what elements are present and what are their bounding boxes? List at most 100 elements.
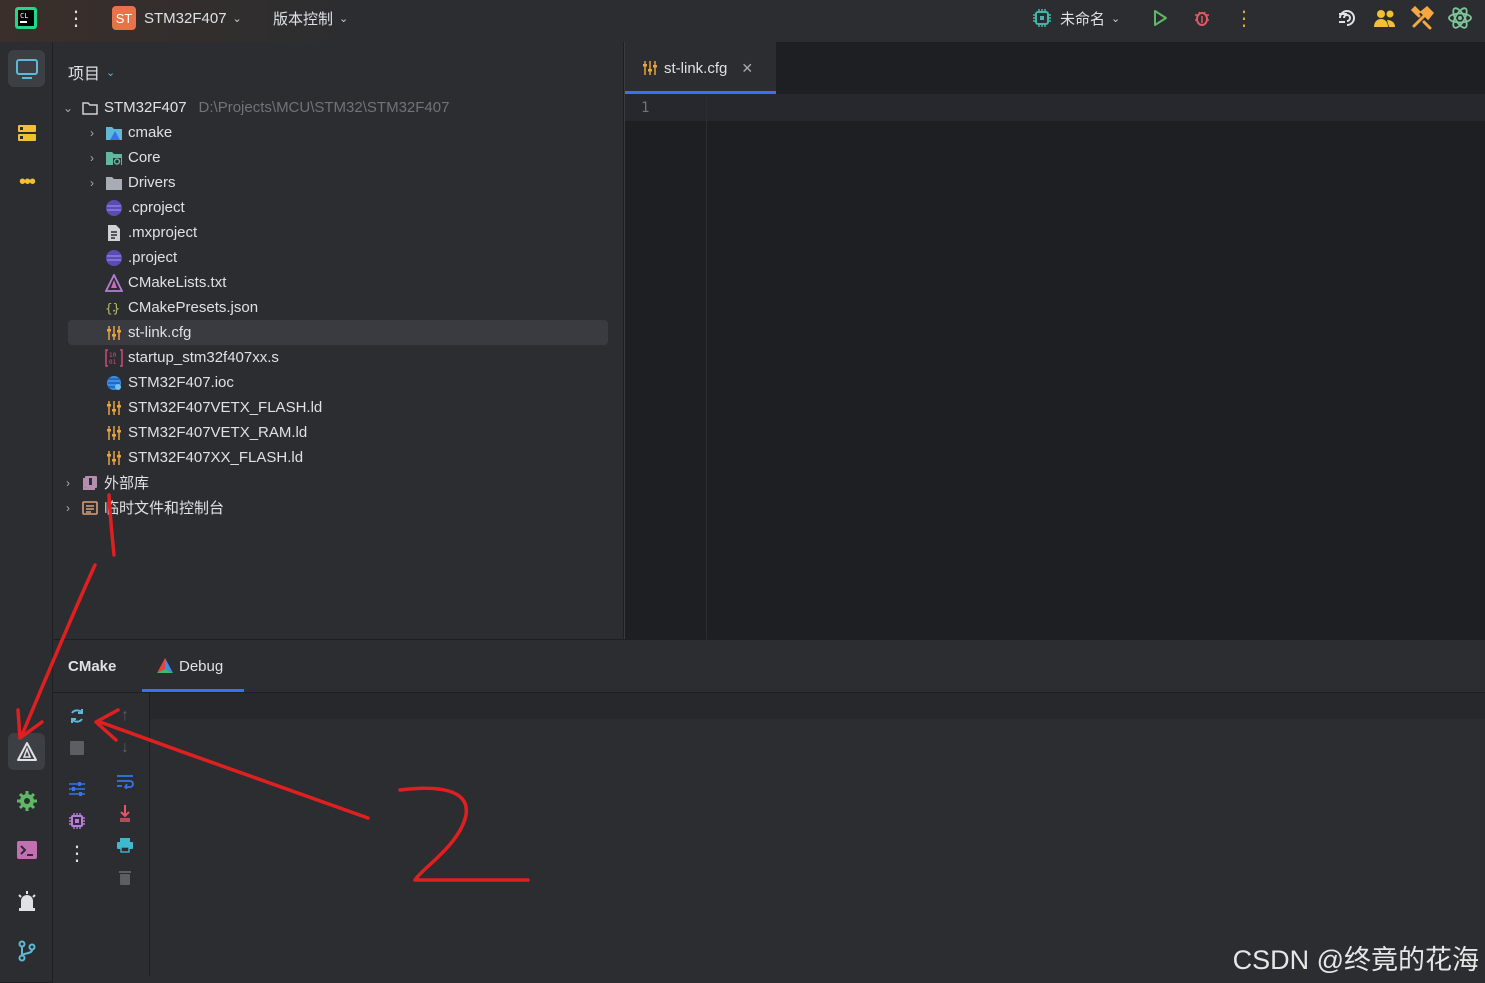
run-config-selector[interactable]: 未命名 ⌄ — [1032, 0, 1120, 36]
tree-item-selected[interactable]: st-link.cfg — [68, 320, 608, 345]
chevron-right-icon[interactable]: › — [85, 151, 99, 165]
cmake-color-icon — [157, 658, 173, 673]
app-logo-icon[interactable]: CL — [14, 0, 38, 36]
tools-icon[interactable] — [1410, 0, 1434, 36]
git-tool-button[interactable] — [8, 932, 45, 969]
tree-item[interactable]: 10 01 startup_stm32f407xx.s — [85, 345, 279, 370]
settings-sliders-icon[interactable] — [66, 778, 88, 800]
vcs-menu[interactable]: 版本控制 ⌄ — [273, 0, 348, 36]
tree-item[interactable]: › Core — [85, 145, 161, 170]
run-icon[interactable] — [1151, 0, 1169, 36]
scratches-icon — [81, 499, 99, 517]
tree-item[interactable]: .project — [85, 245, 177, 270]
arrow-up-icon[interactable]: ↑ — [114, 705, 136, 727]
tree-item-label: cmake — [128, 124, 173, 141]
active-tab-indicator — [142, 689, 244, 692]
line-number: 1 — [641, 100, 650, 116]
svg-text:10: 10 — [109, 352, 117, 359]
tree-item[interactable]: STM32F407VETX_FLASH.ld — [85, 395, 322, 420]
cmake-tool-button[interactable] — [8, 733, 45, 770]
reload-icon[interactable] — [66, 705, 88, 727]
tree-item[interactable]: › Drivers — [85, 170, 176, 195]
problems-tool-button[interactable] — [8, 882, 45, 919]
tree-item-label: STM32F407XX_FLASH.ld — [128, 449, 304, 466]
current-line-highlight — [707, 94, 1485, 121]
project-view-selector[interactable]: 项目 ⌄ — [68, 60, 115, 84]
cmake-console-output[interactable] — [150, 693, 1485, 976]
cmake-tab-title[interactable]: CMake — [68, 658, 116, 675]
chevron-down-icon[interactable]: ⌄ — [61, 101, 75, 115]
tree-item-label: STM32F407.ioc — [128, 374, 234, 391]
structure-icon — [17, 124, 36, 141]
chevron-right-icon[interactable]: › — [85, 126, 99, 140]
arrow-down-icon[interactable]: ↓ — [114, 737, 136, 759]
editor-tab-active[interactable]: st-link.cfg ✕ — [625, 42, 777, 94]
chevron-right-icon[interactable]: › — [61, 476, 75, 490]
chevron-down-icon: ⌄ — [106, 66, 116, 79]
tree-item-label: .project — [128, 249, 178, 266]
chevron-down-icon: ⌄ — [232, 12, 242, 25]
structure-tool-button[interactable] — [8, 114, 45, 151]
more-actions-icon[interactable]: ⋮ — [1234, 0, 1254, 36]
tree-scratches[interactable]: › 临时文件和控制台 — [61, 495, 224, 520]
ai-assistant-icon[interactable] — [1336, 0, 1358, 36]
tab-debug[interactable]: Debug — [142, 640, 244, 692]
debug-icon[interactable] — [1193, 0, 1211, 36]
tree-item[interactable]: STM32F407XX_FLASH.ld — [85, 445, 303, 470]
chevron-right-icon[interactable]: › — [61, 501, 75, 515]
terminal-icon — [16, 840, 37, 859]
tree-item[interactable]: › cmake — [85, 120, 172, 145]
scroll-to-end-icon[interactable] — [114, 802, 136, 824]
chevron-right-icon[interactable]: › — [85, 176, 99, 190]
config-icon — [641, 59, 659, 77]
tree-item-label: CMakeLists.txt — [128, 274, 227, 291]
tree-external-libs[interactable]: › 外部库 — [61, 470, 149, 495]
code-area[interactable] — [707, 94, 1485, 639]
left-tool-strip: ••• — [0, 42, 53, 982]
tree-item[interactable]: STM32F407VETX_RAM.ld — [85, 420, 307, 445]
assembly-icon: 10 01 — [105, 348, 123, 367]
cmake-toolbar: ↑ ↓ ⋮ — [53, 693, 150, 976]
chip-icon — [1033, 9, 1051, 27]
trash-icon[interactable] — [114, 866, 136, 888]
watermark: CSDN @终竟的花海 — [1232, 945, 1479, 975]
close-icon[interactable]: ✕ — [741, 60, 753, 77]
project-panel-title: 项目 — [68, 66, 101, 83]
root-path: D:\Projects\MCU\STM32\STM32F407 — [198, 99, 450, 116]
config-icon — [105, 449, 123, 467]
project-selector[interactable]: ST STM32F407 ⌄ — [112, 0, 242, 36]
plugin-atom-icon[interactable] — [1447, 0, 1473, 36]
cmake-triangle-icon — [16, 741, 37, 761]
console-first-line — [150, 693, 1485, 719]
project-badge: ST — [112, 6, 136, 30]
bottom-tab-bar: CMake Debug — [53, 640, 1485, 693]
folder-icon — [81, 99, 99, 117]
collaboration-icon[interactable] — [1373, 0, 1397, 36]
more-tools-icon[interactable]: ••• — [8, 164, 45, 201]
more-options-icon[interactable]: ⋮ — [66, 842, 88, 865]
terminal-tool-button[interactable] — [8, 831, 45, 868]
stop-icon[interactable] — [66, 737, 88, 759]
tree-item[interactable]: .cproject — [85, 195, 185, 220]
print-icon[interactable] — [114, 834, 136, 856]
title-bar: CL ⋮ ST STM32F407 ⌄ 版本控制 ⌄ 未命名 ⌄ ⋮ — [0, 0, 1485, 43]
project-panel-header: 项目 ⌄ — [53, 42, 623, 94]
soft-wrap-icon[interactable] — [114, 770, 136, 792]
json-icon: {} — [105, 299, 123, 317]
tree-item-label: STM32F407VETX_FLASH.ld — [128, 399, 323, 416]
project-tool-button[interactable] — [8, 50, 45, 87]
chip-settings-icon[interactable] — [66, 810, 88, 832]
main-menu-icon[interactable]: ⋮ — [66, 0, 86, 36]
tree-root[interactable]: ⌄ STM32F407 D:\Projects\MCU\STM32\STM32F… — [61, 95, 449, 120]
tree-item[interactable]: STM32F407.ioc — [85, 370, 234, 395]
tree-item[interactable]: CMakeLists.txt — [85, 270, 226, 295]
editor-area: st-link.cfg ✕ 1 — [624, 42, 1485, 639]
bottom-tool-window: CMake Debug ↑ ↓ ⋮ — [53, 639, 1485, 983]
cubemx-icon — [105, 374, 123, 392]
config-icon — [105, 399, 123, 417]
tree-item[interactable]: .mxproject — [85, 220, 197, 245]
settings-tool-button[interactable] — [8, 782, 45, 819]
tree-item[interactable]: {} CMakePresets.json — [85, 295, 258, 320]
svg-text:CL: CL — [20, 12, 28, 20]
folder-cmake-icon — [105, 124, 123, 142]
